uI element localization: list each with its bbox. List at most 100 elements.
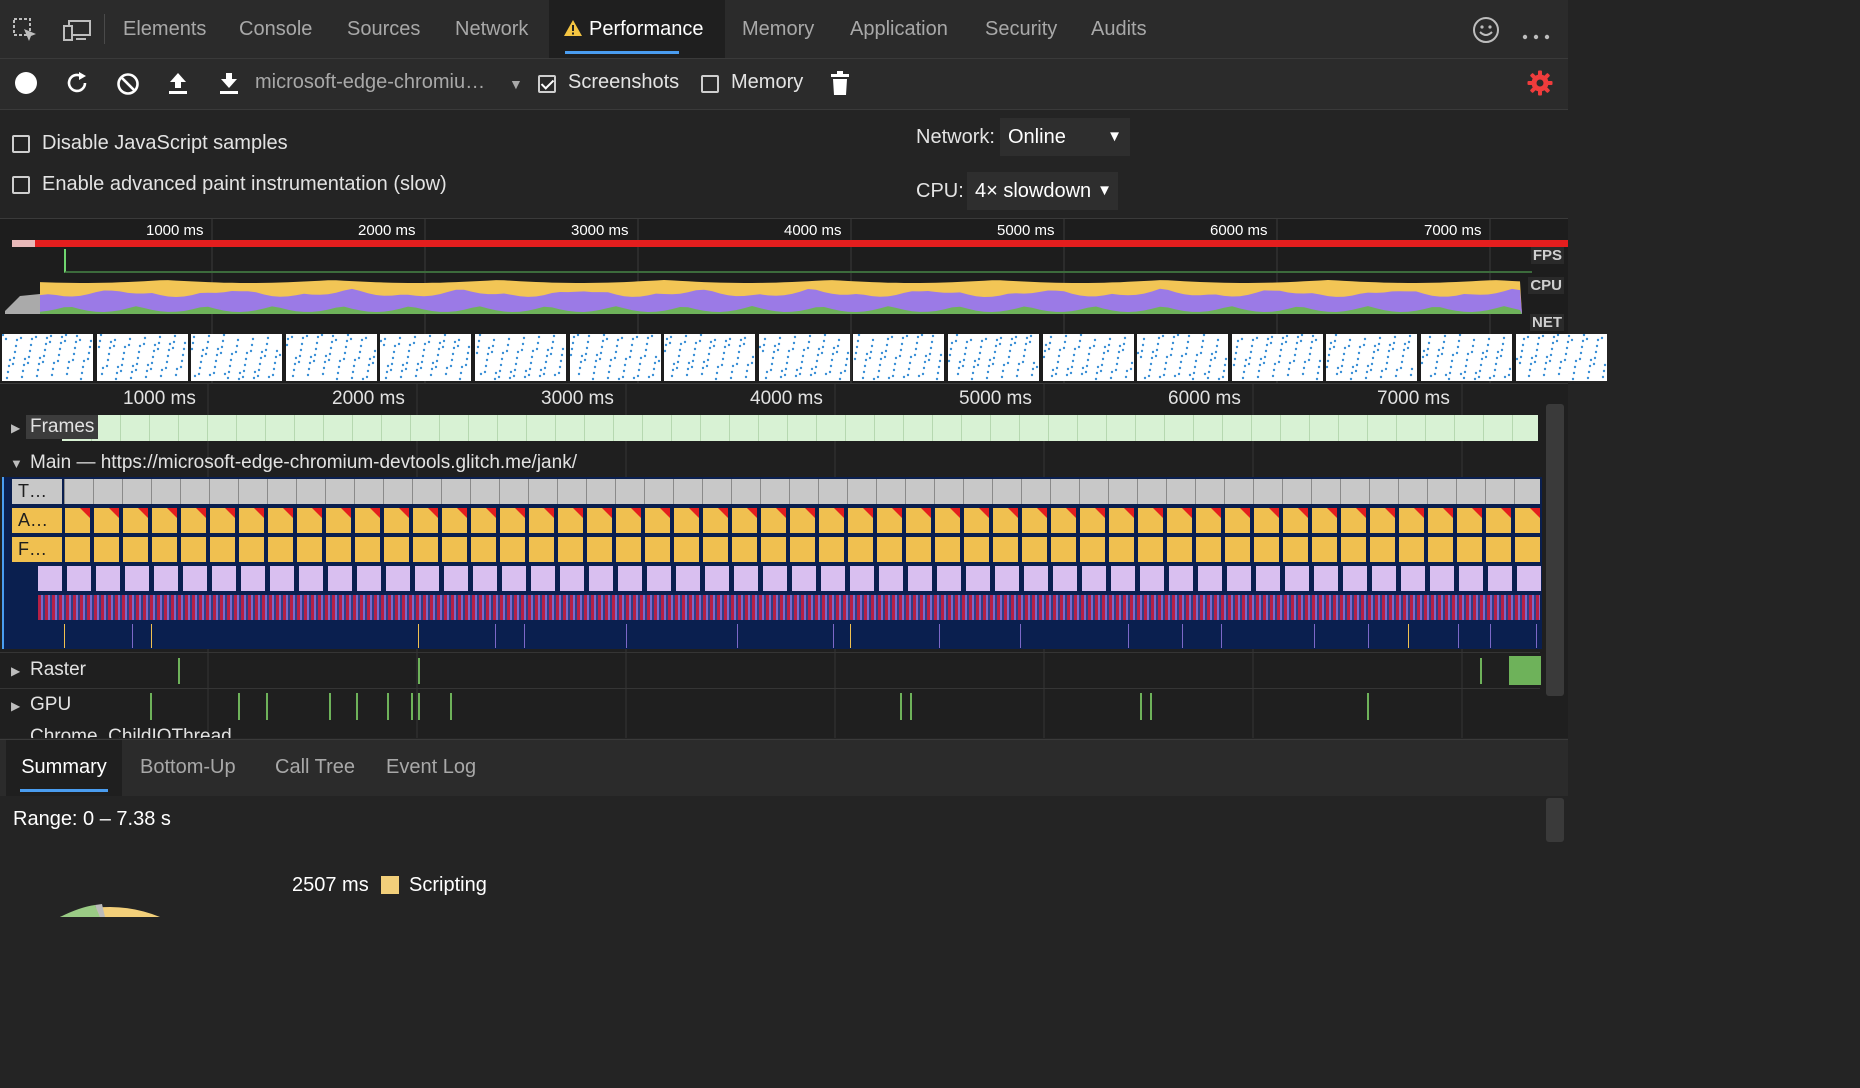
function-call[interactable] [268, 537, 293, 562]
layout-call[interactable] [1488, 566, 1512, 591]
layout-call[interactable] [531, 566, 555, 591]
function-call[interactable] [1254, 537, 1279, 562]
function-call[interactable] [732, 537, 757, 562]
function-call[interactable] [1196, 537, 1221, 562]
function-call[interactable] [1515, 537, 1540, 562]
screenshot-thumbnail[interactable] [664, 334, 756, 381]
layout-call[interactable] [502, 566, 526, 591]
function-call[interactable] [1312, 537, 1337, 562]
function-call[interactable] [355, 537, 380, 562]
layout-call[interactable] [560, 566, 584, 591]
layout-call[interactable] [618, 566, 642, 591]
trash-icon[interactable] [831, 71, 849, 100]
function-call[interactable] [993, 537, 1018, 562]
screenshot-thumbnail[interactable] [191, 334, 283, 381]
layout-call[interactable] [415, 566, 439, 591]
layout-call[interactable] [734, 566, 758, 591]
function-call[interactable] [1225, 537, 1250, 562]
function-call[interactable] [1080, 537, 1105, 562]
layout-call[interactable] [1024, 566, 1048, 591]
tab-sources[interactable]: Sources [347, 0, 420, 58]
tab-memory[interactable]: Memory [742, 0, 814, 58]
screenshot-thumbnail[interactable] [2, 334, 93, 381]
main-collapse-icon[interactable]: ▼ [10, 456, 23, 471]
function-call[interactable] [65, 537, 90, 562]
function-call[interactable] [1370, 537, 1395, 562]
layout-call[interactable] [821, 566, 845, 591]
function-call[interactable] [123, 537, 148, 562]
layout-call[interactable] [299, 566, 323, 591]
record-button[interactable] [15, 72, 37, 94]
task-row[interactable] [64, 479, 1540, 504]
function-call[interactable] [906, 537, 931, 562]
save-profile-icon[interactable] [218, 71, 240, 100]
layout-call[interactable] [1169, 566, 1193, 591]
function-call[interactable] [210, 537, 235, 562]
function-call[interactable] [500, 537, 525, 562]
layout-call[interactable] [357, 566, 381, 591]
layout-call[interactable] [386, 566, 410, 591]
tab-console[interactable]: Console [239, 0, 312, 58]
tab-elements[interactable]: Elements [123, 0, 206, 58]
layout-call[interactable] [444, 566, 468, 591]
layout-call[interactable] [1227, 566, 1251, 591]
function-call[interactable] [384, 537, 409, 562]
function-call[interactable] [1399, 537, 1424, 562]
more-options-icon[interactable] [1522, 27, 1552, 45]
function-call[interactable] [848, 537, 873, 562]
function-call[interactable] [529, 537, 554, 562]
function-call[interactable] [1428, 537, 1453, 562]
capture-settings-gear-icon[interactable] [1527, 70, 1553, 101]
device-toolbar-icon[interactable] [62, 18, 92, 42]
layout-call[interactable] [1459, 566, 1483, 591]
tab-network[interactable]: Network [455, 0, 528, 58]
function-call[interactable] [819, 537, 844, 562]
screenshot-thumbnail[interactable] [853, 334, 945, 381]
screenshot-thumbnail[interactable] [1042, 334, 1134, 381]
screenshot-thumbnail[interactable] [96, 334, 188, 381]
function-call[interactable] [790, 537, 815, 562]
function-call[interactable] [761, 537, 786, 562]
function-call[interactable] [1022, 537, 1047, 562]
gpu-expand-icon[interactable]: ▶ [11, 699, 20, 713]
layout-call[interactable] [1343, 566, 1367, 591]
function-call[interactable] [1051, 537, 1076, 562]
function-call[interactable] [587, 537, 612, 562]
function-call[interactable] [1457, 537, 1482, 562]
layout-call[interactable] [966, 566, 990, 591]
tab-summary[interactable]: Summary [6, 740, 122, 796]
advanced-paint-checkbox[interactable] [12, 176, 30, 194]
function-call[interactable] [1283, 537, 1308, 562]
clear-icon[interactable] [116, 72, 140, 101]
layout-call[interactable] [850, 566, 874, 591]
function-call[interactable] [616, 537, 641, 562]
layout-call[interactable] [270, 566, 294, 591]
screenshot-thumbnail[interactable] [475, 334, 566, 381]
timeline-overview[interactable]: 1000 ms 2000 ms 3000 ms 4000 ms 5000 ms … [0, 219, 1607, 384]
layout-call[interactable] [1111, 566, 1135, 591]
screenshot-thumbnail[interactable] [758, 334, 850, 381]
function-call[interactable] [1109, 537, 1134, 562]
function-call[interactable] [558, 537, 583, 562]
layout-call[interactable] [1401, 566, 1425, 591]
function-call[interactable] [645, 537, 670, 562]
screenshot-thumbnail[interactable] [1137, 334, 1229, 381]
disable-js-samples-checkbox[interactable] [12, 135, 30, 153]
function-call[interactable] [1167, 537, 1192, 562]
layout-call[interactable] [647, 566, 671, 591]
profile-select[interactable]: microsoft-edge-chromiu… [255, 71, 485, 94]
layout-call[interactable] [589, 566, 613, 591]
layout-call[interactable] [1082, 566, 1106, 591]
tab-application[interactable]: Application [850, 0, 948, 58]
layout-call[interactable] [792, 566, 816, 591]
tab-security[interactable]: Security [985, 0, 1057, 58]
inspect-element-icon[interactable] [12, 17, 38, 43]
function-call[interactable] [326, 537, 351, 562]
screenshot-thumbnail[interactable] [380, 334, 472, 381]
layout-call[interactable] [1256, 566, 1280, 591]
screenshot-thumbnail[interactable] [1421, 334, 1512, 381]
screenshot-thumbnail[interactable] [285, 334, 377, 381]
function-call[interactable] [239, 537, 264, 562]
tab-call-tree[interactable]: Call Tree [275, 740, 355, 796]
function-call[interactable] [181, 537, 206, 562]
